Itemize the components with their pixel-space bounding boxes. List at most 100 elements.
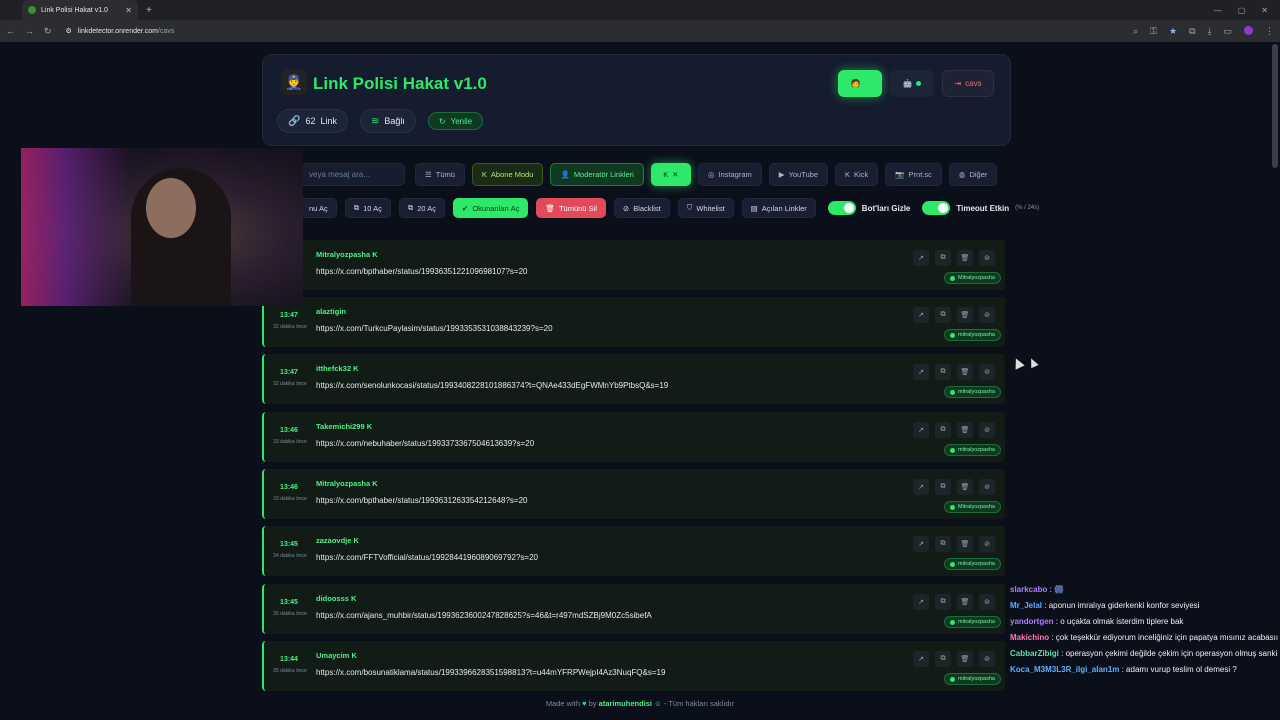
browser-tab[interactable]: Link Polisi Hakat v1.0 ✕ [22, 0, 138, 20]
tab-close-icon[interactable]: ✕ [125, 6, 132, 15]
hide-bots-switch[interactable] [827, 201, 856, 215]
block-icon[interactable]: ⊘ [979, 536, 995, 552]
open-link-icon[interactable]: ↗ [913, 651, 929, 667]
password-icon[interactable]: ⚿ [1150, 26, 1157, 37]
open-link-icon[interactable]: ↗ [913, 364, 929, 380]
filter-kick[interactable]: K Kick [835, 163, 879, 186]
page-scrollbar[interactable] [1272, 44, 1278, 168]
hide-bots-toggle[interactable]: Bot'ları Gizle [827, 201, 910, 215]
copy-icon[interactable]: ⧉ [935, 422, 951, 438]
copy-icon[interactable]: ⧉ [935, 307, 951, 323]
delete-icon[interactable]: 🗑 [957, 536, 973, 552]
filter-subscriber-mode[interactable]: K Abone Modu [471, 163, 544, 186]
zoom-icon[interactable]: ⌕ [1133, 26, 1138, 37]
site-info-icon[interactable]: ⚙ [66, 27, 72, 35]
open-10-button[interactable]: ⧉ 10 Aç [344, 198, 391, 218]
open-link-icon[interactable]: ↗ [913, 479, 929, 495]
bot-status-button[interactable]: 🤖 [890, 70, 934, 97]
filter-youtube[interactable]: ▶ YouTube [768, 163, 829, 186]
footer-author[interactable]: atarimuhendisi [599, 699, 652, 708]
open-link-icon[interactable]: ↗ [913, 422, 929, 438]
row-link[interactable]: https://x.com/bpthaber/status/1993631263… [316, 496, 528, 505]
block-icon[interactable]: ⊘ [979, 479, 995, 495]
opened-links-button[interactable]: ▤ Açılan Linkler [741, 198, 816, 218]
user-shield-icon: 👤 [560, 170, 570, 179]
minimize-icon[interactable]: — [1214, 6, 1222, 15]
row-ago: 34 dakika önce [273, 553, 307, 559]
copy-icon[interactable]: ⧉ [935, 651, 951, 667]
delete-icon[interactable]: 🗑 [957, 307, 973, 323]
download-icon[interactable]: ⤓ [1208, 26, 1212, 37]
reload-icon[interactable]: ↻ [44, 26, 52, 37]
open-link-icon[interactable]: ↗ [913, 250, 929, 266]
list-item: 13:47 32 dakika önce alaztigin https://x… [262, 297, 1005, 347]
copy-icon[interactable]: ⧉ [935, 536, 951, 552]
menu-icon[interactable]: ⋮ [1265, 26, 1274, 37]
bookmark-star-icon[interactable]: ★ [1169, 26, 1177, 37]
copy-icon[interactable]: ⧉ [935, 364, 951, 380]
bot-avatar-icon: 🤖 [902, 79, 913, 88]
filter-other[interactable]: ◍ Diğer [948, 163, 998, 186]
filter-x[interactable]: K ✕ [650, 163, 691, 186]
url-field[interactable]: ⚙ linkdetector.onrender.com/cavs [66, 27, 175, 36]
open-link-icon[interactable]: ↗ [913, 307, 929, 323]
copy-icon[interactable]: ⧉ [935, 479, 951, 495]
filter-instagram[interactable]: ◎ Instagram [697, 163, 762, 186]
row-link[interactable]: https://x.com/bosunatiklama/status/19933… [316, 668, 665, 677]
search-input[interactable]: veya mesaj ara... [300, 163, 405, 186]
block-icon[interactable]: ⊘ [979, 594, 995, 610]
logout-button[interactable]: ⇥ cavs [942, 70, 994, 97]
timeout-switch[interactable] [922, 201, 951, 215]
filter-all[interactable]: ☰ Tümü [415, 163, 465, 186]
filter-prntsc[interactable]: 📷 Prnt.sc [885, 163, 942, 186]
row-link[interactable]: https://x.com/nebuhaber/status/199337336… [316, 439, 534, 448]
delete-icon[interactable]: 🗑 [957, 594, 973, 610]
row-user-name: Takemichi299 [316, 422, 365, 431]
block-icon[interactable]: ⊘ [979, 307, 995, 323]
delete-icon[interactable]: 🗑 [957, 651, 973, 667]
link-icon: 🔗 [288, 115, 301, 127]
open-unread-button[interactable]: ✔ Okunanları Aç [453, 198, 529, 218]
row-link[interactable]: https://x.com/bpthaber/status/1993635122… [316, 267, 528, 276]
link-count-pill: 🔗 62 Link [277, 109, 348, 133]
row-ago: 35 dakika önce [273, 668, 307, 674]
filter-moderator-links[interactable]: 👤 Moderatör Linkleri [550, 163, 644, 186]
mouse-cursor-icon [1011, 356, 1025, 370]
delete-icon[interactable]: 🗑 [957, 250, 973, 266]
blacklist-button[interactable]: ⊘ Blacklist [613, 198, 670, 218]
copy-icon[interactable]: ⧉ [935, 250, 951, 266]
forward-icon[interactable]: → [25, 26, 34, 36]
row-link[interactable]: https://x.com/TurkcuPaylasim/status/1993… [316, 324, 553, 333]
delete-all-button[interactable]: 🗑 Tümünü Sil [536, 198, 606, 218]
moderator-badge: Mitralyozpasha [944, 272, 1001, 284]
open-link-icon[interactable]: ↗ [913, 536, 929, 552]
block-icon[interactable]: ⊘ [979, 250, 995, 266]
profile-avatar[interactable] [1244, 25, 1253, 35]
whitelist-button[interactable]: ⛉ Whitelist [677, 198, 734, 218]
kick-status-button[interactable]: 🧑 [838, 70, 882, 97]
timeout-toggle[interactable]: Timeout Etkin (% / 24s) [922, 201, 1039, 215]
open-all-button[interactable]: nu Aç [300, 198, 337, 218]
refresh-button[interactable]: ↻ Yenile [427, 112, 484, 130]
open-link-icon[interactable]: ↗ [913, 594, 929, 610]
row-link[interactable]: https://x.com/FFTVofficial/status/199284… [316, 553, 538, 562]
badge-dot [950, 447, 955, 453]
block-icon[interactable]: ⊘ [979, 422, 995, 438]
delete-icon[interactable]: 🗑 [957, 364, 973, 380]
block-icon[interactable]: ⊘ [979, 364, 995, 380]
action-bar: nu Aç ⧉ 10 Aç ⧉ 20 Aç ✔ Okunanları Aç 🗑 Tümü… [300, 198, 1039, 218]
maximize-icon[interactable]: ▢ [1238, 6, 1246, 15]
row-link[interactable]: https://x.com/ajans_muhbir/status/199362… [316, 611, 652, 620]
delete-icon[interactable]: 🗑 [957, 422, 973, 438]
new-tab-icon[interactable]: + [146, 5, 152, 16]
close-window-icon[interactable]: ✕ [1261, 6, 1268, 15]
back-icon[interactable]: ← [6, 26, 15, 36]
delete-icon[interactable]: 🗑 [957, 479, 973, 495]
open-20-button[interactable]: ⧉ 20 Aç [398, 198, 446, 218]
row-actions: ↗ ⧉ 🗑 ⊘ [913, 250, 995, 266]
extensions-icon[interactable]: ⧉ [1189, 26, 1195, 37]
sidebar-icon[interactable]: ▭ [1223, 26, 1232, 37]
copy-icon[interactable]: ⧉ [935, 594, 951, 610]
row-link[interactable]: https://x.com/senolunkocasi/status/19934… [316, 381, 668, 390]
block-icon[interactable]: ⊘ [979, 651, 995, 667]
